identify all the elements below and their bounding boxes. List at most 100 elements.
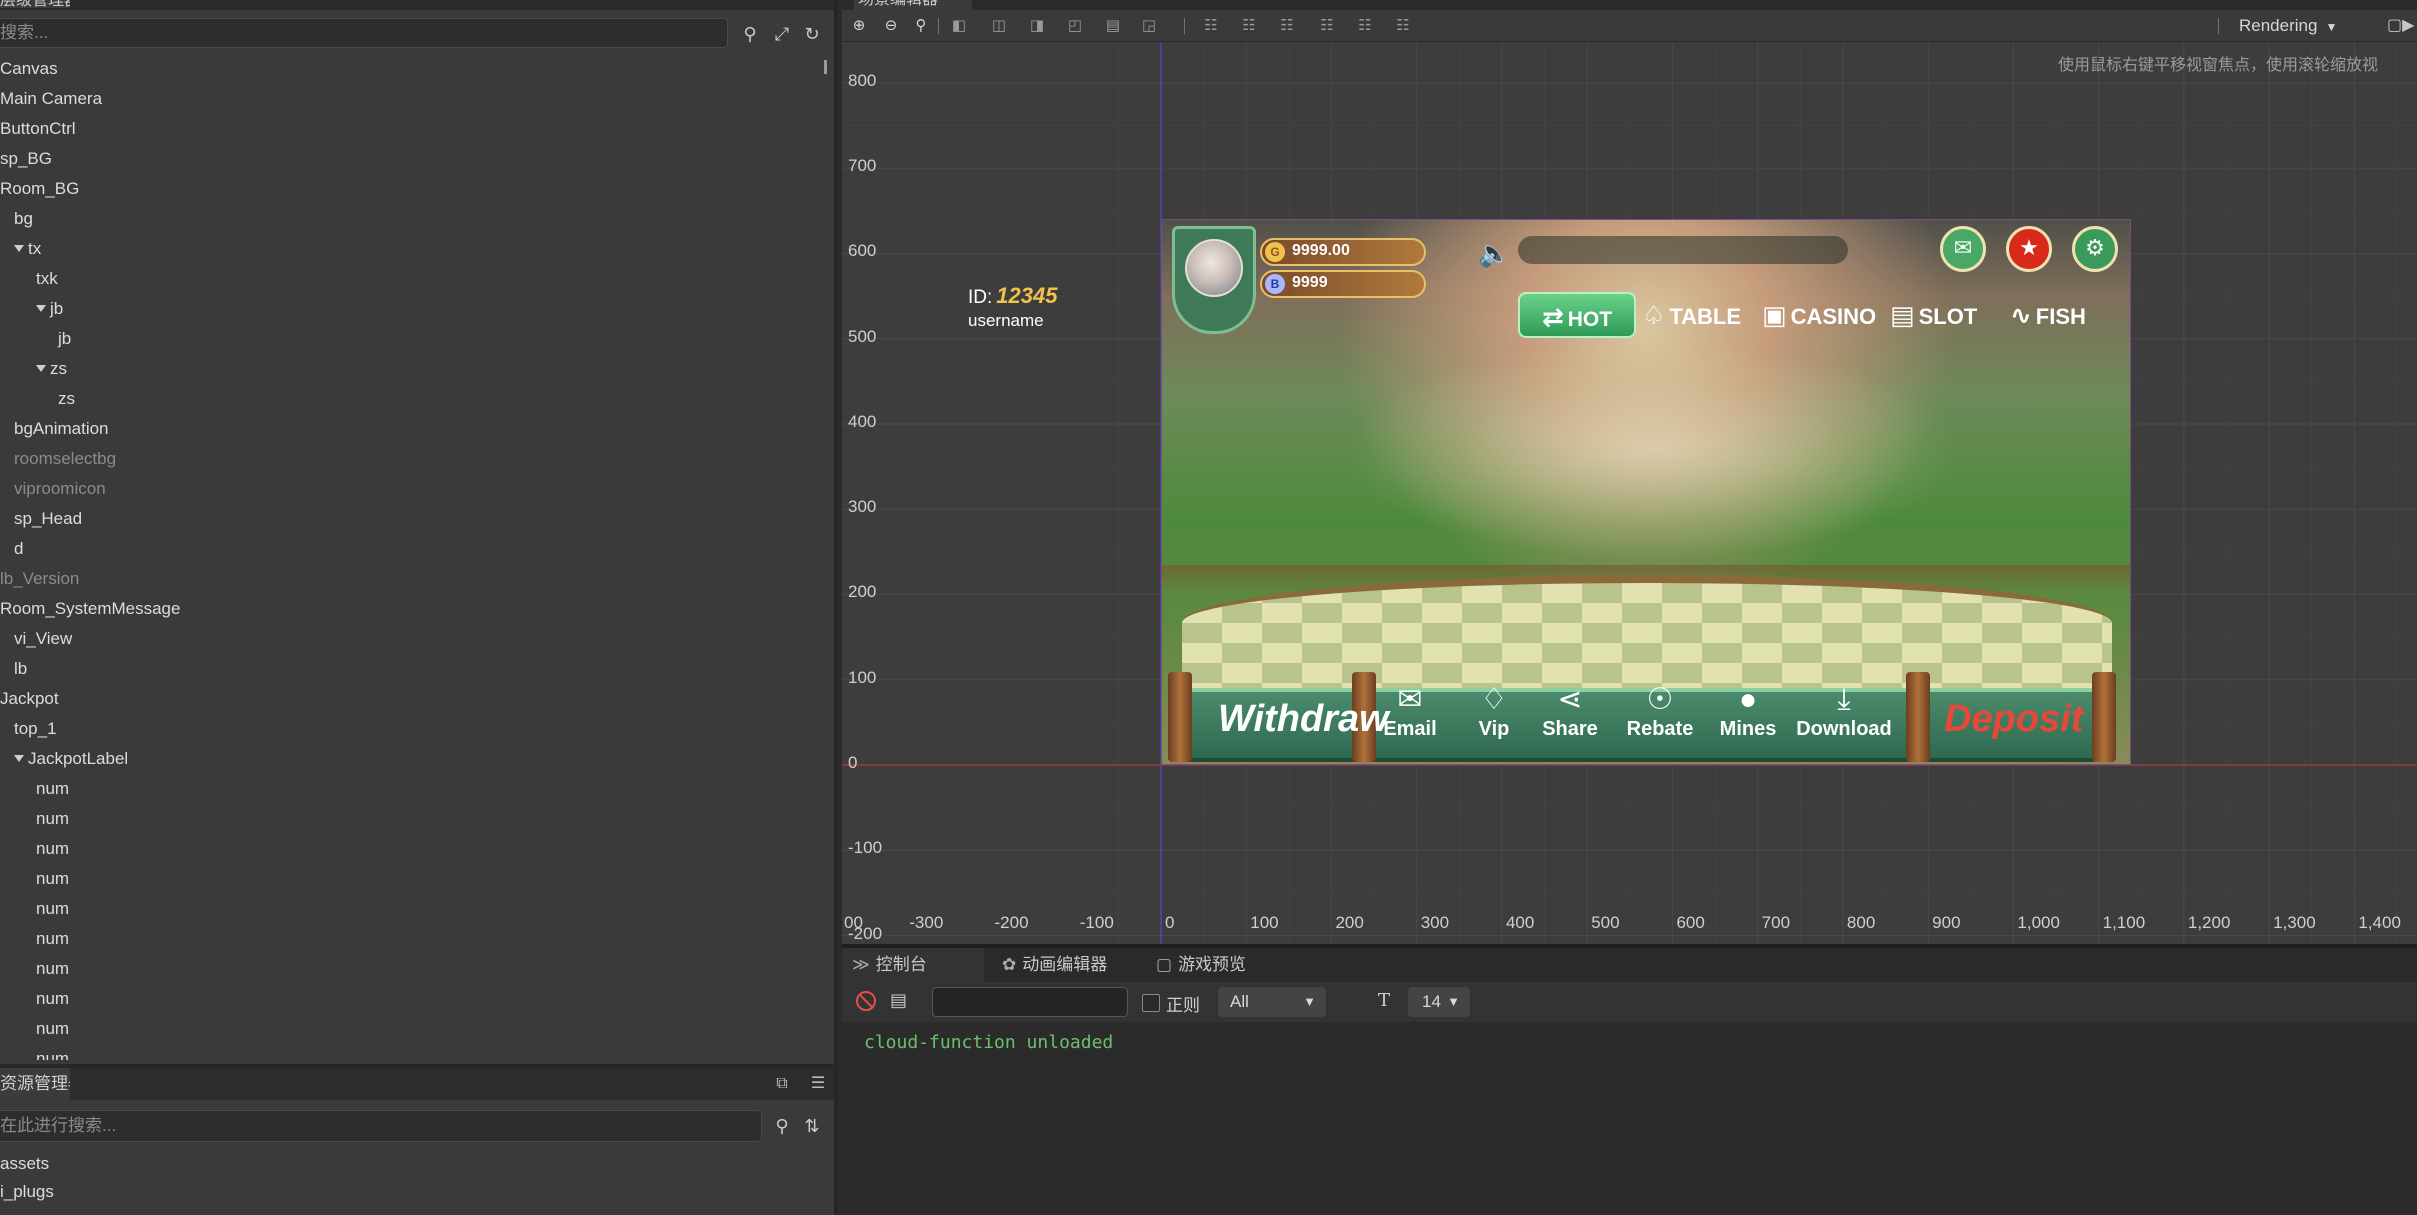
- tree-node[interactable]: d: [14, 534, 23, 564]
- popout-icon[interactable]: ⧉: [770, 1072, 794, 1096]
- align-top-icon[interactable]: ◰: [1064, 16, 1086, 36]
- refresh-icon[interactable]: ↻: [800, 22, 824, 46]
- expand-arrow-icon[interactable]: [14, 245, 24, 253]
- sort-icon[interactable]: ⇅: [800, 1114, 824, 1138]
- tree-node[interactable]: num: [36, 894, 69, 924]
- distribute-right-icon[interactable]: ☷: [1392, 16, 1414, 36]
- tree-node[interactable]: sp_BG: [0, 144, 52, 174]
- camera-icon[interactable]: ▢▶: [2387, 15, 2414, 35]
- category-fish[interactable]: ∿ FISH: [2010, 292, 2086, 338]
- deposit-button[interactable]: Deposit: [1944, 698, 2083, 741]
- rebate-button[interactable]: ☉ Rebate: [1622, 682, 1698, 740]
- email-button[interactable]: ✉ Email: [1372, 682, 1448, 740]
- hierarchy-tree[interactable]: Canvas Main Camera ButtonCtrl sp_BG Room_BG b…: [0, 54, 822, 1060]
- distribute-top-icon[interactable]: ☷: [1200, 16, 1222, 36]
- tree-node[interactable]: vi_View: [14, 624, 72, 654]
- tab-assets[interactable]: 资源管理器: [0, 1068, 70, 1100]
- tree-node[interactable]: num: [36, 984, 69, 1014]
- tree-node[interactable]: num: [36, 804, 69, 834]
- hierarchy-scrollbar[interactable]: [824, 60, 827, 74]
- tab-game-preview[interactable]: ▢ 游戏预览: [1146, 948, 1286, 982]
- gear-icon[interactable]: ⚙: [2072, 226, 2118, 272]
- tree-node[interactable]: zs: [36, 354, 67, 384]
- tree-node[interactable]: Jackpot: [0, 684, 59, 714]
- tree-node[interactable]: top_1: [14, 714, 57, 744]
- collapse-icon[interactable]: ⤢: [770, 22, 794, 46]
- tree-node[interactable]: lb: [14, 654, 27, 684]
- file-icon[interactable]: ▤: [890, 990, 907, 1011]
- tree-node[interactable]: ButtonCtrl: [0, 114, 76, 144]
- asset-item[interactable]: assets: [0, 1154, 49, 1174]
- console-filter-input[interactable]: [932, 987, 1128, 1017]
- asset-item[interactable]: i_plugs: [0, 1182, 54, 1202]
- tree-node[interactable]: Canvas: [0, 54, 58, 84]
- tree-node[interactable]: Main Camera: [0, 84, 102, 114]
- category-slot[interactable]: ▤ SLOT: [1890, 292, 1977, 338]
- tab-animation-editor[interactable]: ✿ 动画编辑器: [992, 948, 1140, 982]
- scene-viewport[interactable]: 使用鼠标右键平移视窗焦点，使用滚轮缩放视 800 700 600 500 400 300 2…: [842, 43, 2417, 944]
- tree-node[interactable]: jb: [36, 294, 63, 324]
- menu-icon[interactable]: ☰: [806, 1072, 830, 1096]
- vip-button[interactable]: ♢ Vip: [1456, 682, 1532, 740]
- tree-node[interactable]: num: [36, 1044, 69, 1060]
- tree-node[interactable]: bg: [14, 204, 33, 234]
- distribute-vcenter-icon[interactable]: ☷: [1238, 16, 1260, 36]
- language-flag-icon[interactable]: ★: [2006, 226, 2052, 272]
- tree-node[interactable]: jb: [58, 324, 71, 354]
- game-canvas[interactable]: G 9999.00 B 9999 🔈 ✉ ★ ⚙ ⇄ HOT ♤ TABLE ▣ CA…: [1161, 219, 2131, 765]
- distribute-left-icon[interactable]: ☷: [1316, 16, 1338, 36]
- search-icon[interactable]: ⚲: [738, 22, 762, 46]
- download-button[interactable]: ⤓ Download: [1796, 682, 1892, 740]
- tree-node[interactable]: sp_Head: [14, 504, 82, 534]
- align-left-icon[interactable]: ◧: [948, 16, 970, 36]
- distribute-bottom-icon[interactable]: ☷: [1276, 16, 1298, 36]
- clear-icon[interactable]: [856, 991, 876, 1011]
- zoom-in-icon[interactable]: ⊕: [848, 16, 870, 36]
- tree-node[interactable]: txk: [36, 264, 58, 294]
- tab-hierarchy[interactable]: 层级管理器: [0, 0, 70, 8]
- align-bottom-icon[interactable]: ◲: [1138, 16, 1160, 36]
- category-casino[interactable]: ▣ CASINO: [1762, 292, 1876, 338]
- tree-node[interactable]: JackpotLabel: [14, 744, 128, 774]
- tree-node[interactable]: num: [36, 864, 69, 894]
- expand-arrow-icon[interactable]: [36, 365, 46, 373]
- tab-scene[interactable]: 场景编辑器: [854, 0, 972, 10]
- withdraw-button[interactable]: Withdraw: [1218, 698, 1389, 741]
- zoom-out-icon[interactable]: ⊖: [880, 16, 902, 36]
- expand-arrow-icon[interactable]: [36, 305, 46, 313]
- tree-node[interactable]: Room_SystemMessage: [0, 594, 180, 624]
- tree-node[interactable]: viproomicon: [14, 474, 106, 504]
- hierarchy-search-input[interactable]: 搜索...: [0, 18, 728, 48]
- log-level-select[interactable]: All ▼: [1218, 987, 1326, 1017]
- zoom-reset-icon[interactable]: ⚲: [910, 16, 932, 36]
- tree-node[interactable]: Room_BG: [0, 174, 79, 204]
- assets-search-input[interactable]: 在此进行搜索...: [0, 1110, 762, 1142]
- tree-node[interactable]: num: [36, 954, 69, 984]
- speaker-icon[interactable]: 🔈: [1478, 238, 1510, 269]
- tree-node[interactable]: num: [36, 1014, 69, 1044]
- regex-checkbox[interactable]: [1142, 994, 1160, 1012]
- category-table[interactable]: ♤ TABLE: [1642, 292, 1741, 338]
- category-hot[interactable]: ⇄ HOT: [1518, 292, 1636, 338]
- align-right-icon[interactable]: ◨: [1026, 16, 1048, 36]
- tab-console[interactable]: ≫ 控制台: [842, 948, 984, 982]
- share-button[interactable]: ⋖ Share: [1532, 682, 1608, 740]
- rendering-dropdown[interactable]: Rendering ▼: [2239, 15, 2337, 37]
- font-size-select[interactable]: 14 ▼: [1408, 987, 1470, 1017]
- tree-node[interactable]: tx: [14, 234, 41, 264]
- tree-node[interactable]: num: [36, 924, 69, 954]
- align-hcenter-icon[interactable]: ◫: [988, 16, 1010, 36]
- mines-button[interactable]: ● Mines: [1710, 682, 1786, 740]
- distribute-hcenter-icon[interactable]: ☷: [1354, 16, 1376, 36]
- avatar[interactable]: [1172, 226, 1256, 334]
- tree-node[interactable]: num: [36, 834, 69, 864]
- tree-node[interactable]: lb_Version: [0, 564, 79, 594]
- align-vcenter-icon[interactable]: ▤: [1102, 16, 1124, 36]
- tree-node[interactable]: zs: [58, 384, 75, 414]
- mail-icon[interactable]: ✉: [1940, 226, 1986, 272]
- tree-node[interactable]: bgAnimation: [14, 414, 109, 444]
- asset-search-icon[interactable]: ⚲: [770, 1114, 794, 1138]
- expand-arrow-icon[interactable]: [14, 755, 24, 763]
- tree-node[interactable]: num: [36, 774, 69, 804]
- tree-node[interactable]: roomselectbg: [14, 444, 116, 474]
